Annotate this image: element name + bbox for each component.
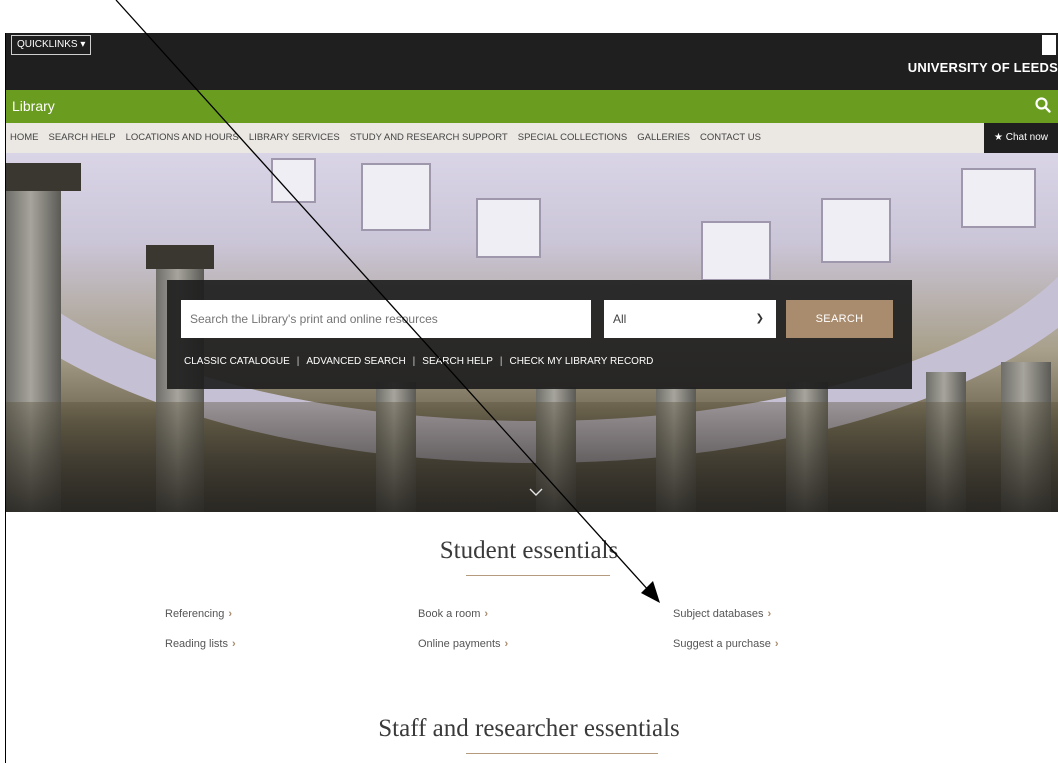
- subject-databases-link[interactable]: Subject databases ›: [673, 608, 771, 620]
- library-bar: Library: [6, 90, 1058, 123]
- link-label: Online payments: [418, 638, 501, 650]
- window: [476, 198, 541, 258]
- nav-item-study-research[interactable]: STUDY AND RESEARCH SUPPORT: [350, 132, 508, 143]
- chevron-right-icon: ›: [774, 638, 779, 650]
- university-name: UNIVERSITY OF LEEDS: [907, 60, 1058, 75]
- search-scope-value: All: [613, 312, 627, 326]
- nav-item-galleries[interactable]: GALLERIES: [637, 132, 690, 143]
- link-label: Subject databases: [673, 608, 764, 620]
- title-underline: [466, 575, 610, 576]
- chevron-right-icon: ›: [484, 608, 489, 620]
- check-library-record-link[interactable]: CHECK MY LIBRARY RECORD: [509, 356, 653, 367]
- search-button[interactable]: SEARCH: [786, 300, 893, 338]
- search-icon[interactable]: [1034, 96, 1052, 114]
- separator: |: [296, 356, 300, 367]
- chevron-right-icon: ›: [231, 638, 236, 650]
- link-label: Referencing: [165, 608, 225, 620]
- chevron-right-icon: ›: [504, 638, 509, 650]
- quicklinks-dropdown[interactable]: QUICKLINKS ▾: [11, 35, 92, 55]
- crest-icon: [1042, 35, 1056, 55]
- chat-now-button[interactable]: ★ Chat now: [984, 123, 1058, 153]
- online-payments-link[interactable]: Online payments ›: [418, 638, 508, 650]
- classic-catalogue-link[interactable]: CLASSIC CATALOGUE: [184, 356, 290, 367]
- nav-item-home[interactable]: HOME: [10, 132, 39, 143]
- search-help-link[interactable]: SEARCH HELP: [422, 356, 493, 367]
- suggest-a-purchase-link[interactable]: Suggest a purchase ›: [673, 638, 779, 650]
- advanced-search-link[interactable]: ADVANCED SEARCH: [306, 356, 405, 367]
- nav-item-special-collections[interactable]: SPECIAL COLLECTIONS: [518, 132, 627, 143]
- window: [821, 198, 891, 263]
- search-scope-select[interactable]: All ❯: [604, 300, 776, 338]
- search-links: CLASSIC CATALOGUE | ADVANCED SEARCH | SE…: [184, 356, 653, 367]
- referencing-link[interactable]: Referencing ›: [165, 608, 232, 620]
- link-label: Suggest a purchase: [673, 638, 771, 650]
- link-label: Reading lists: [165, 638, 228, 650]
- nav-item-locations-hours[interactable]: LOCATIONS AND HOURS: [126, 132, 239, 143]
- student-essentials-title: Student essentials: [439, 537, 619, 564]
- staff-essentials-title: Staff and researcher essentials: [378, 715, 680, 742]
- column-capital: [146, 245, 214, 269]
- nav-item-library-services[interactable]: LIBRARY SERVICES: [249, 132, 340, 143]
- chevron-right-icon: ›: [767, 608, 772, 620]
- separator: |: [412, 356, 416, 367]
- window: [961, 168, 1036, 228]
- nav-item-contact[interactable]: CONTACT US: [700, 132, 761, 143]
- link-label: Book a room: [418, 608, 481, 620]
- catalogue-search-input[interactable]: [181, 300, 591, 338]
- window: [361, 163, 431, 231]
- window: [271, 158, 316, 203]
- search-panel: All ❯ SEARCH CLASSIC CATALOGUE | ADVANCE…: [167, 280, 912, 389]
- chevron-right-icon: ›: [228, 608, 232, 620]
- scroll-down-icon[interactable]: [529, 485, 543, 499]
- column-capital: [6, 163, 81, 191]
- reading-lists-link[interactable]: Reading lists ›: [165, 638, 236, 650]
- library-title[interactable]: Library: [12, 98, 55, 114]
- university-header: QUICKLINKS ▾ UNIVERSITY OF LEEDS: [6, 33, 1058, 90]
- nav-item-search-help[interactable]: SEARCH HELP: [49, 132, 116, 143]
- book-a-room-link[interactable]: Book a room ›: [418, 608, 488, 620]
- chevron-down-icon: ❯: [755, 313, 764, 324]
- main-navigation: HOME SEARCH HELP LOCATIONS AND HOURS LIB…: [6, 123, 1058, 153]
- title-underline: [466, 753, 658, 754]
- window: [701, 221, 771, 281]
- separator: |: [499, 356, 503, 367]
- nav-list: HOME SEARCH HELP LOCATIONS AND HOURS LIB…: [10, 132, 771, 143]
